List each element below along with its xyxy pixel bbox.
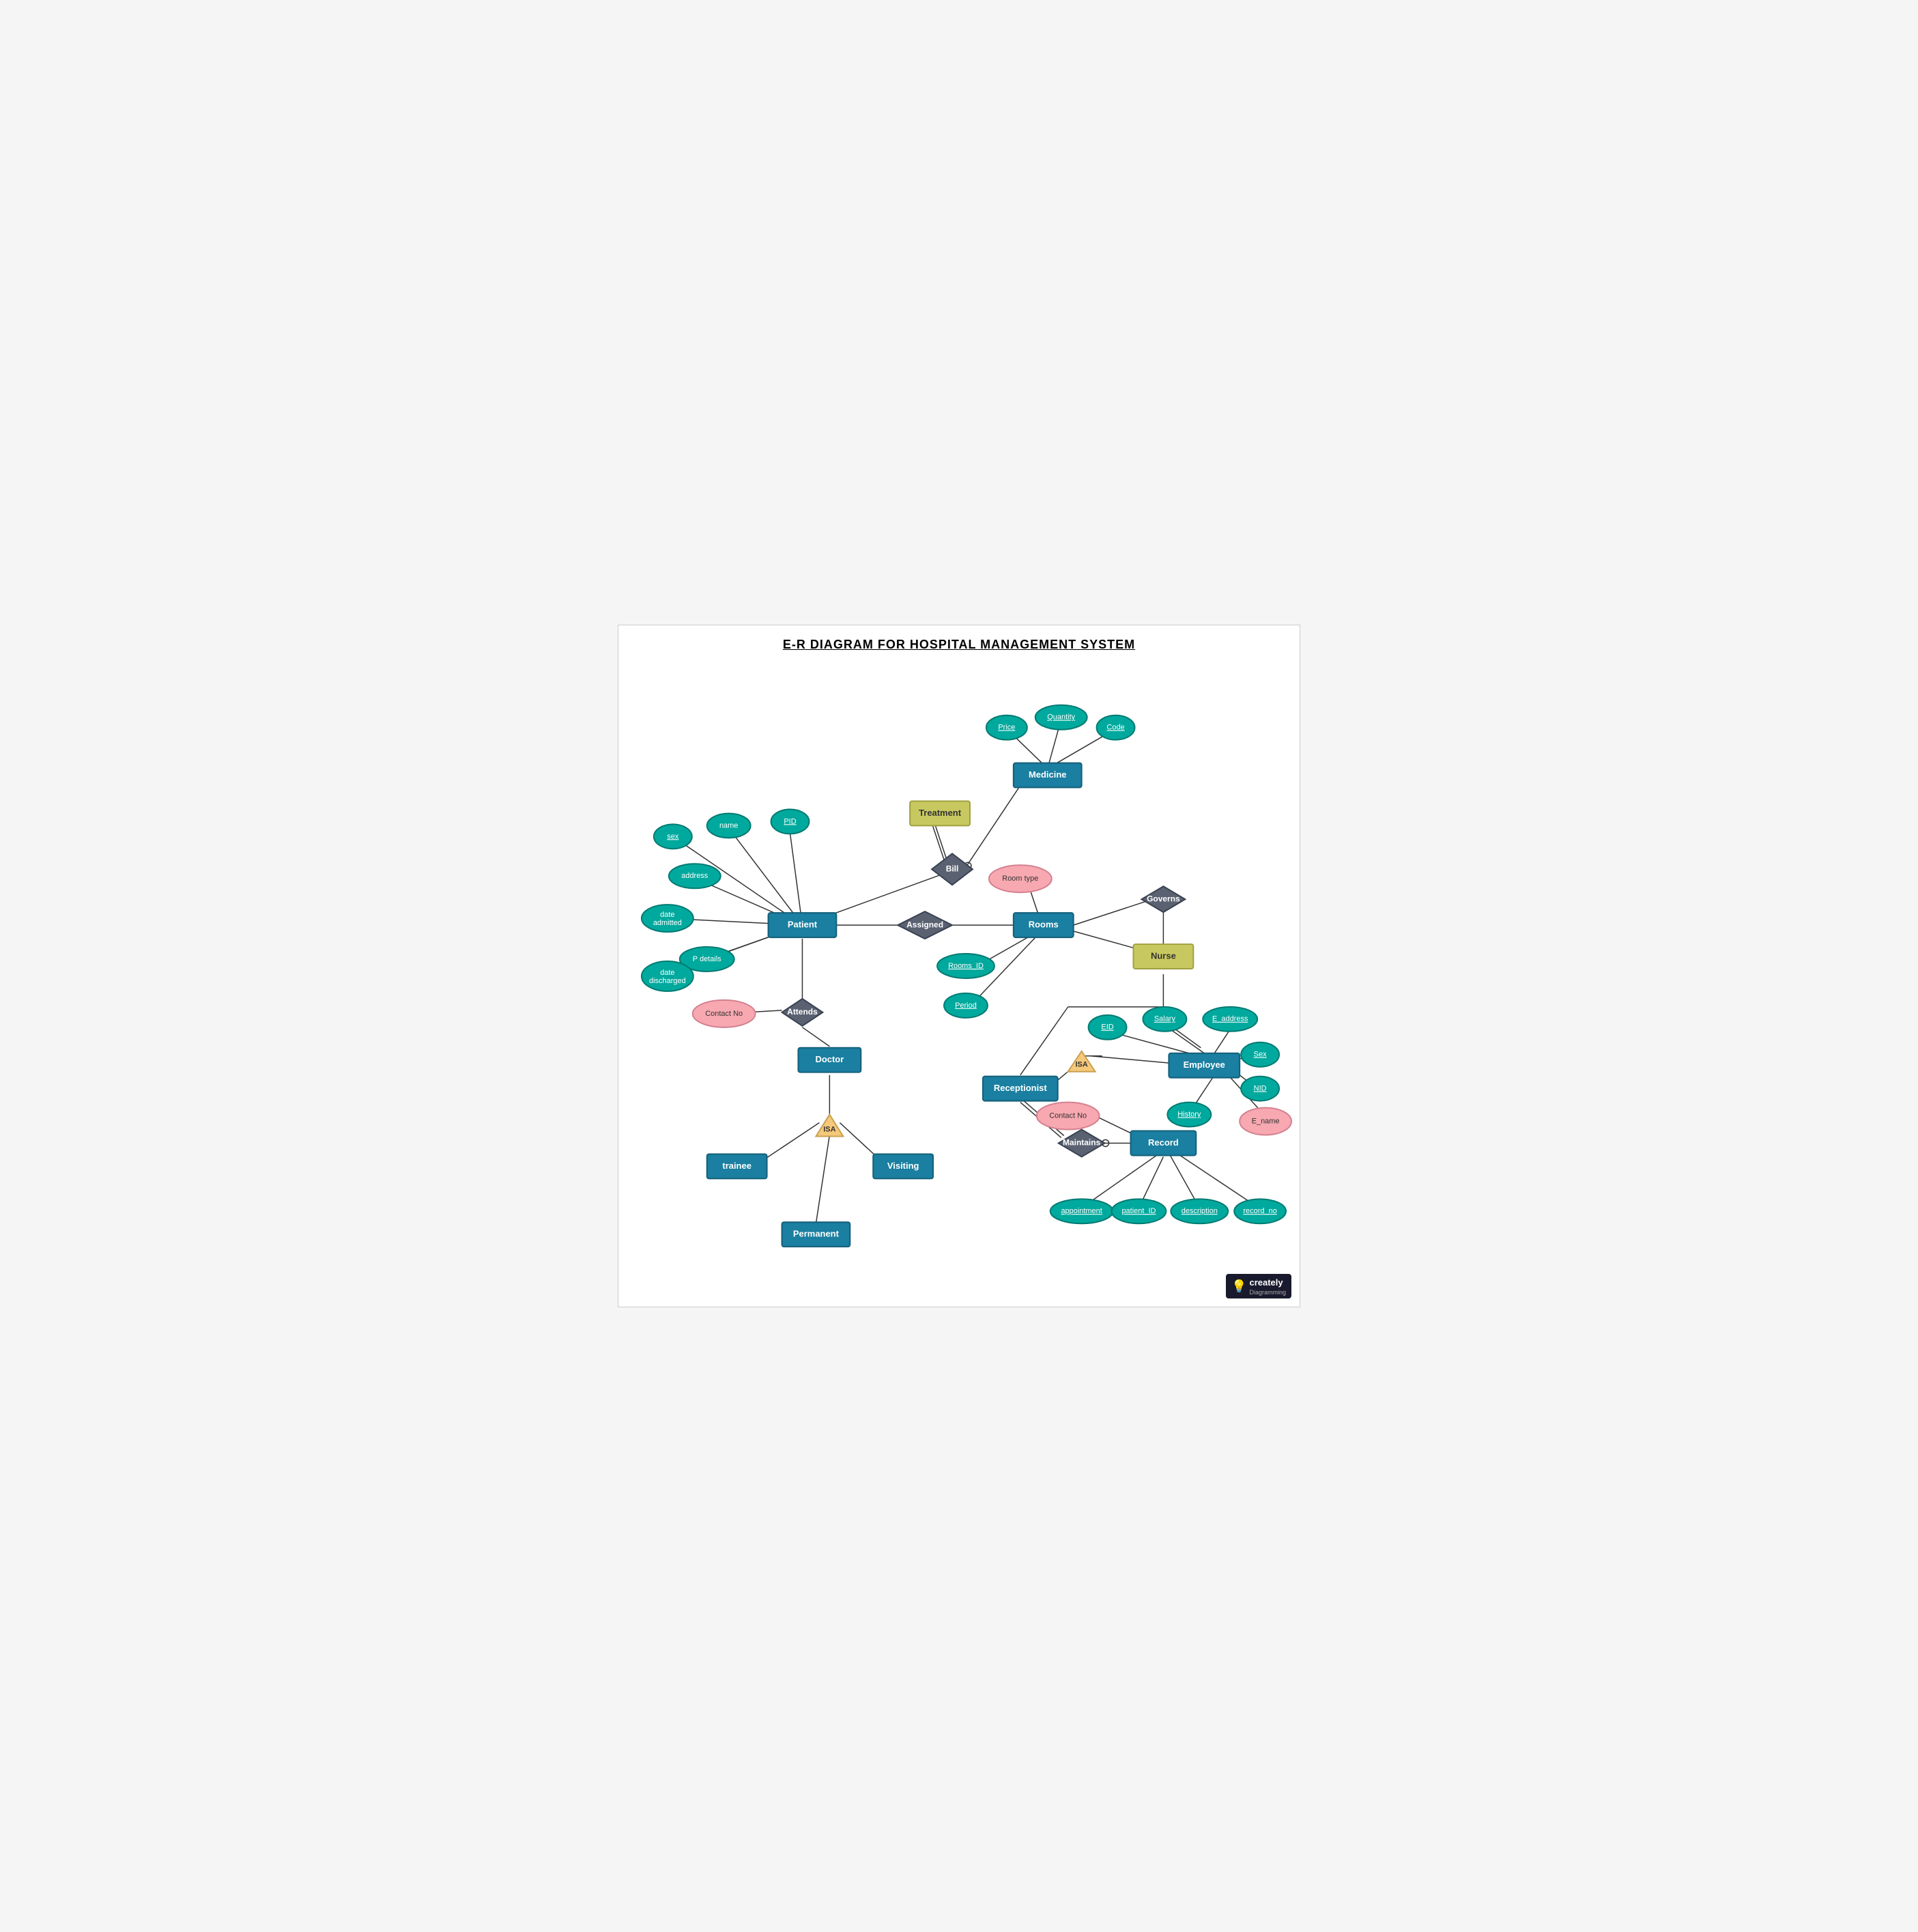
svg-text:EID: EID bbox=[1101, 1023, 1113, 1032]
svg-text:E_address: E_address bbox=[1212, 1015, 1248, 1023]
attr-contact-no-employee: Contact No bbox=[1037, 1103, 1100, 1130]
svg-text:Visiting: Visiting bbox=[887, 1161, 919, 1171]
svg-text:Rooms: Rooms bbox=[1029, 920, 1059, 930]
entity-medicine: Medicine bbox=[1014, 763, 1082, 788]
svg-text:trainee: trainee bbox=[722, 1161, 752, 1171]
attr-nid: NID bbox=[1241, 1077, 1279, 1101]
svg-text:Rooms_ID: Rooms_ID bbox=[948, 962, 984, 970]
svg-text:Attends: Attends bbox=[787, 1007, 818, 1017]
svg-text:Treatment: Treatment bbox=[919, 808, 962, 818]
svg-text:Receptionist: Receptionist bbox=[994, 1083, 1048, 1093]
isa-doctor: ISA bbox=[816, 1115, 843, 1137]
attr-address: address bbox=[669, 864, 721, 888]
creately-logo: 💡 creately Diagramming bbox=[1226, 1274, 1291, 1298]
svg-text:Patient: Patient bbox=[788, 920, 818, 930]
entity-receptionist: Receptionist bbox=[983, 1077, 1058, 1101]
svg-text:Quantity: Quantity bbox=[1047, 713, 1075, 722]
svg-text:ISA: ISA bbox=[1075, 1061, 1087, 1069]
svg-text:Doctor: Doctor bbox=[815, 1054, 844, 1064]
er-svg: Patient Medicine Rooms Nurse Employee Do… bbox=[618, 625, 1300, 1307]
svg-text:Code: Code bbox=[1106, 724, 1124, 732]
svg-text:E_name: E_name bbox=[1252, 1117, 1280, 1125]
svg-text:admitted: admitted bbox=[653, 919, 682, 927]
attr-appointment: appointment bbox=[1050, 1199, 1113, 1223]
svg-text:date: date bbox=[660, 969, 674, 977]
relationship-bill: Bill bbox=[932, 853, 973, 885]
attr-date-discharged: date discharged bbox=[642, 961, 693, 991]
attr-room-type: Room type bbox=[989, 865, 1052, 892]
svg-text:P details: P details bbox=[693, 955, 721, 963]
svg-text:Nurse: Nurse bbox=[1151, 950, 1176, 961]
attr-pid: PID bbox=[771, 809, 810, 834]
svg-text:Record: Record bbox=[1148, 1137, 1179, 1148]
attr-name: name bbox=[707, 813, 751, 838]
isa-employee: ISA bbox=[1068, 1051, 1096, 1072]
svg-text:Sex: Sex bbox=[1254, 1051, 1267, 1059]
entity-trainee: trainee bbox=[707, 1154, 767, 1178]
attr-price: Price bbox=[986, 715, 1027, 740]
svg-text:Assigned: Assigned bbox=[906, 920, 943, 929]
attr-code: Code bbox=[1097, 715, 1135, 740]
svg-text:Medicine: Medicine bbox=[1029, 769, 1067, 780]
entity-doctor: Doctor bbox=[798, 1048, 861, 1072]
entity-permanent: Permanent bbox=[782, 1222, 850, 1247]
relationship-attends: Attends bbox=[782, 999, 823, 1026]
svg-text:description: description bbox=[1182, 1207, 1218, 1215]
svg-text:patient_ID: patient_ID bbox=[1121, 1207, 1156, 1215]
svg-text:Governs: Governs bbox=[1147, 894, 1180, 903]
svg-text:Contact No: Contact No bbox=[705, 1010, 743, 1018]
entity-patient: Patient bbox=[769, 913, 837, 937]
entity-record: Record bbox=[1130, 1131, 1196, 1156]
svg-text:date: date bbox=[660, 911, 674, 919]
attr-period: Period bbox=[944, 993, 988, 1018]
attr-date-admitted: date admitted bbox=[642, 905, 693, 932]
svg-text:Room type: Room type bbox=[1002, 875, 1038, 883]
attr-history: History bbox=[1167, 1103, 1211, 1127]
entity-visiting: Visiting bbox=[873, 1154, 933, 1178]
svg-text:Maintains: Maintains bbox=[1063, 1138, 1101, 1148]
attr-eid: EID bbox=[1089, 1015, 1127, 1040]
svg-text:Bill: Bill bbox=[946, 864, 959, 873]
svg-text:Permanent: Permanent bbox=[793, 1229, 840, 1239]
attr-salary: Salary bbox=[1143, 1007, 1186, 1032]
svg-text:History: History bbox=[1177, 1110, 1201, 1118]
attr-patient-id: patient_ID bbox=[1112, 1199, 1166, 1223]
attr-e-name: E_name bbox=[1240, 1108, 1291, 1135]
attr-contact-no-patient: Contact No bbox=[693, 1000, 756, 1027]
diagram-container: E-R DIAGRAM FOR HOSPITAL MANAGEMENT SYST… bbox=[618, 625, 1300, 1307]
svg-text:NID: NID bbox=[1254, 1085, 1267, 1093]
svg-text:Contact No: Contact No bbox=[1049, 1111, 1087, 1120]
svg-text:record_no: record_no bbox=[1243, 1207, 1276, 1215]
svg-text:sex: sex bbox=[667, 832, 679, 840]
relationship-assigned: Assigned bbox=[898, 911, 952, 939]
entity-rooms: Rooms bbox=[1014, 913, 1074, 937]
attr-sex: sex bbox=[654, 824, 692, 849]
creately-brand: creately Diagramming bbox=[1249, 1277, 1286, 1296]
attr-rooms-id: Rooms_ID bbox=[937, 954, 994, 978]
svg-text:discharged: discharged bbox=[649, 977, 686, 985]
attr-description: description bbox=[1171, 1199, 1228, 1223]
svg-text:Employee: Employee bbox=[1184, 1060, 1225, 1070]
relationship-governs: Governs bbox=[1141, 886, 1185, 912]
svg-text:PID: PID bbox=[784, 817, 796, 825]
svg-text:Salary: Salary bbox=[1154, 1015, 1176, 1023]
attr-sex-employee: Sex bbox=[1241, 1042, 1279, 1067]
entity-treatment: Treatment bbox=[910, 801, 970, 825]
attr-quantity: Quantity bbox=[1035, 705, 1087, 730]
svg-text:name: name bbox=[719, 821, 738, 829]
entity-nurse: Nurse bbox=[1133, 944, 1193, 969]
svg-text:Period: Period bbox=[955, 1001, 977, 1010]
svg-text:Price: Price bbox=[998, 724, 1015, 732]
entity-employee: Employee bbox=[1169, 1053, 1240, 1078]
svg-text:address: address bbox=[681, 872, 708, 880]
svg-text:ISA: ISA bbox=[823, 1125, 835, 1133]
attr-e-address: E_address bbox=[1203, 1007, 1257, 1032]
svg-text:appointment: appointment bbox=[1061, 1207, 1102, 1215]
relationship-maintains: Maintains bbox=[1059, 1130, 1105, 1157]
attr-record-no: record_no bbox=[1234, 1199, 1286, 1223]
creately-bulb-icon: 💡 bbox=[1231, 1279, 1246, 1294]
